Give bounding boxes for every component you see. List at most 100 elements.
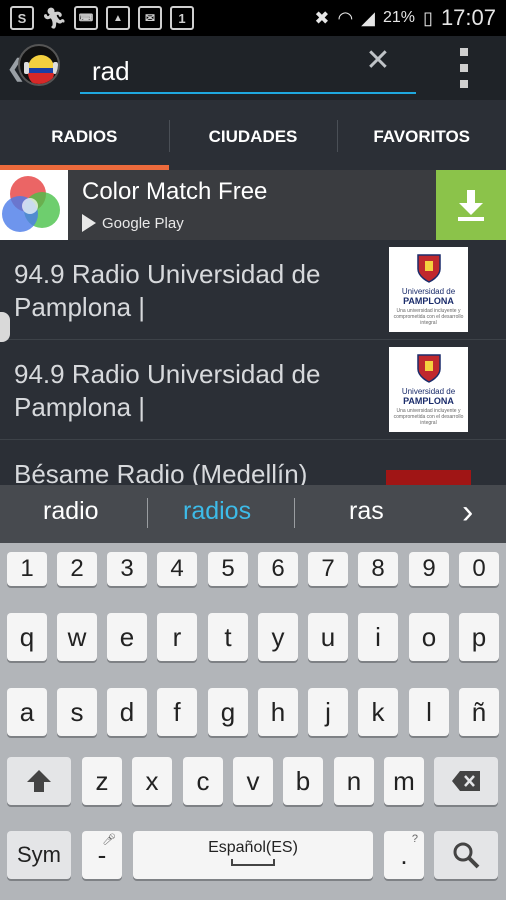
key-s[interactable]: s (57, 688, 97, 736)
key-3[interactable]: 3 (107, 552, 147, 586)
wifi-icon: ◠ (337, 7, 354, 28)
key-i[interactable]: i (358, 613, 398, 661)
key-n[interactable]: n (334, 757, 374, 805)
mail-icon: ✉ (138, 6, 162, 30)
search-key[interactable] (434, 831, 498, 879)
google-play-badge: Google Play (82, 214, 184, 232)
key-r[interactable]: r (157, 613, 197, 661)
key-o[interactable]: o (409, 613, 449, 661)
key-b[interactable]: b (283, 757, 323, 805)
battery-icon: ▯ (423, 7, 433, 28)
mic-hint-icon: 🎤︎ (102, 834, 116, 846)
ad-store-label: Google Play (102, 214, 184, 232)
key-9[interactable]: 9 (409, 552, 449, 586)
key-a[interactable]: a (7, 688, 47, 736)
runner-icon: 🏃︎ (41, 7, 67, 30)
key-v[interactable]: v (233, 757, 273, 805)
key-1[interactable]: 1 (7, 552, 47, 586)
key-p[interactable]: p (459, 613, 499, 661)
signal-icon: ◢ (361, 7, 375, 28)
sym-key[interactable]: Sym (7, 831, 71, 879)
backspace-icon (452, 771, 480, 791)
clock: 17:07 (440, 5, 496, 30)
tab-bar: RADIOS CIUDADES FAVORITOS (0, 100, 506, 170)
more-suggestions-icon[interactable]: › (462, 493, 473, 532)
key-d[interactable]: d (107, 688, 147, 736)
key-y[interactable]: y (258, 613, 298, 661)
ad-banner[interactable]: Color Match Free Google Play (0, 170, 506, 240)
key-e[interactable]: e (107, 613, 147, 661)
google-play-icon (82, 214, 96, 232)
key-2[interactable]: 2 (57, 552, 97, 586)
key-h[interactable]: h (258, 688, 298, 736)
station-title: Bésame Radio (Medellín) (14, 459, 308, 485)
university-crest-icon (416, 254, 441, 283)
key-6[interactable]: 6 (258, 552, 298, 586)
system-status: ✖ ◠ ◢ 21% ▯ 17:07 (314, 5, 496, 31)
key-4[interactable]: 4 (157, 552, 197, 586)
shift-key[interactable] (7, 757, 71, 805)
language-switch-icon (231, 859, 275, 866)
suggestion-divider (294, 498, 295, 528)
period-label: . (400, 839, 408, 870)
list-item[interactable]: 94.9 Radio Universidad de Pamplona | Uni… (0, 340, 506, 440)
station-title: 94.9 Radio Universidad de Pamplona | (14, 259, 321, 322)
station-title: 94.9 Radio Universidad de Pamplona | (14, 359, 321, 422)
period-key[interactable]: . ? (384, 831, 424, 879)
period-hint: ? (411, 833, 418, 845)
key-m[interactable]: m (384, 757, 424, 805)
overflow-menu-icon[interactable] (454, 48, 474, 88)
key-g[interactable]: g (208, 688, 248, 736)
space-key[interactable]: Español(ES) (133, 831, 373, 879)
download-button[interactable] (436, 170, 506, 240)
status-bar: S 🏃︎ ⌨ ▲ ✉ 1 ✖ ◠ ◢ 21% ▯ 17:07 (0, 0, 506, 36)
list-item[interactable]: Bésame Radio (Medellín) (0, 440, 506, 485)
search-action-bar: ❮ rad ✕ (0, 36, 506, 100)
suggestion-radio[interactable]: radio (43, 497, 99, 526)
colombia-radio-icon (21, 47, 58, 84)
ad-title: Color Match Free (82, 178, 268, 205)
key-w[interactable]: w (57, 613, 97, 661)
key-u[interactable]: u (308, 613, 348, 661)
key-l[interactable]: l (409, 688, 449, 736)
app-logo[interactable] (18, 44, 60, 86)
key-8[interactable]: 8 (358, 552, 398, 586)
key-j[interactable]: j (308, 688, 348, 736)
key-5[interactable]: 5 (208, 552, 248, 586)
suggestion-ras[interactable]: ras (349, 497, 384, 526)
tab-favoritos[interactable]: FAVORITOS (337, 100, 506, 170)
key-q[interactable]: q (7, 613, 47, 661)
keyboard-icon: ⌨ (74, 6, 98, 30)
university-crest-icon (416, 354, 441, 383)
space-label: Español(ES) (208, 839, 298, 856)
download-icon (458, 190, 484, 221)
suggestion-radios[interactable]: radios (183, 497, 251, 526)
one-icon: 1 (170, 6, 194, 30)
dash-key[interactable]: - 🎤︎ (82, 831, 122, 879)
s-notification-icon: S (10, 6, 34, 30)
key-z[interactable]: z (82, 757, 122, 805)
tab-radios[interactable]: RADIOS (0, 100, 169, 170)
key-7[interactable]: 7 (308, 552, 348, 586)
image-icon: ▲ (106, 6, 130, 30)
key-k[interactable]: k (358, 688, 398, 736)
backspace-key[interactable] (434, 757, 498, 805)
station-logo (386, 470, 471, 485)
key-c[interactable]: c (183, 757, 223, 805)
key-x[interactable]: x (132, 757, 172, 805)
key-f[interactable]: f (157, 688, 197, 736)
tab-ciudades[interactable]: CIUDADES (168, 100, 338, 170)
color-match-app-icon (0, 170, 68, 240)
list-item[interactable]: 94.9 Radio Universidad de Pamplona | Uni… (0, 240, 506, 340)
station-list: 94.9 Radio Universidad de Pamplona | Uni… (0, 240, 506, 485)
edge-panel-handle[interactable] (0, 312, 10, 342)
key-0[interactable]: 0 (459, 552, 499, 586)
search-query: rad (92, 56, 130, 86)
key-t[interactable]: t (208, 613, 248, 661)
suggestion-divider (147, 498, 148, 528)
clear-search-icon[interactable]: ✕ (362, 46, 394, 78)
key-ntilde[interactable]: ñ (459, 688, 499, 736)
search-icon (453, 842, 480, 869)
notification-icons: S 🏃︎ ⌨ ▲ ✉ 1 (10, 6, 194, 30)
shift-arrow-icon (27, 770, 51, 792)
